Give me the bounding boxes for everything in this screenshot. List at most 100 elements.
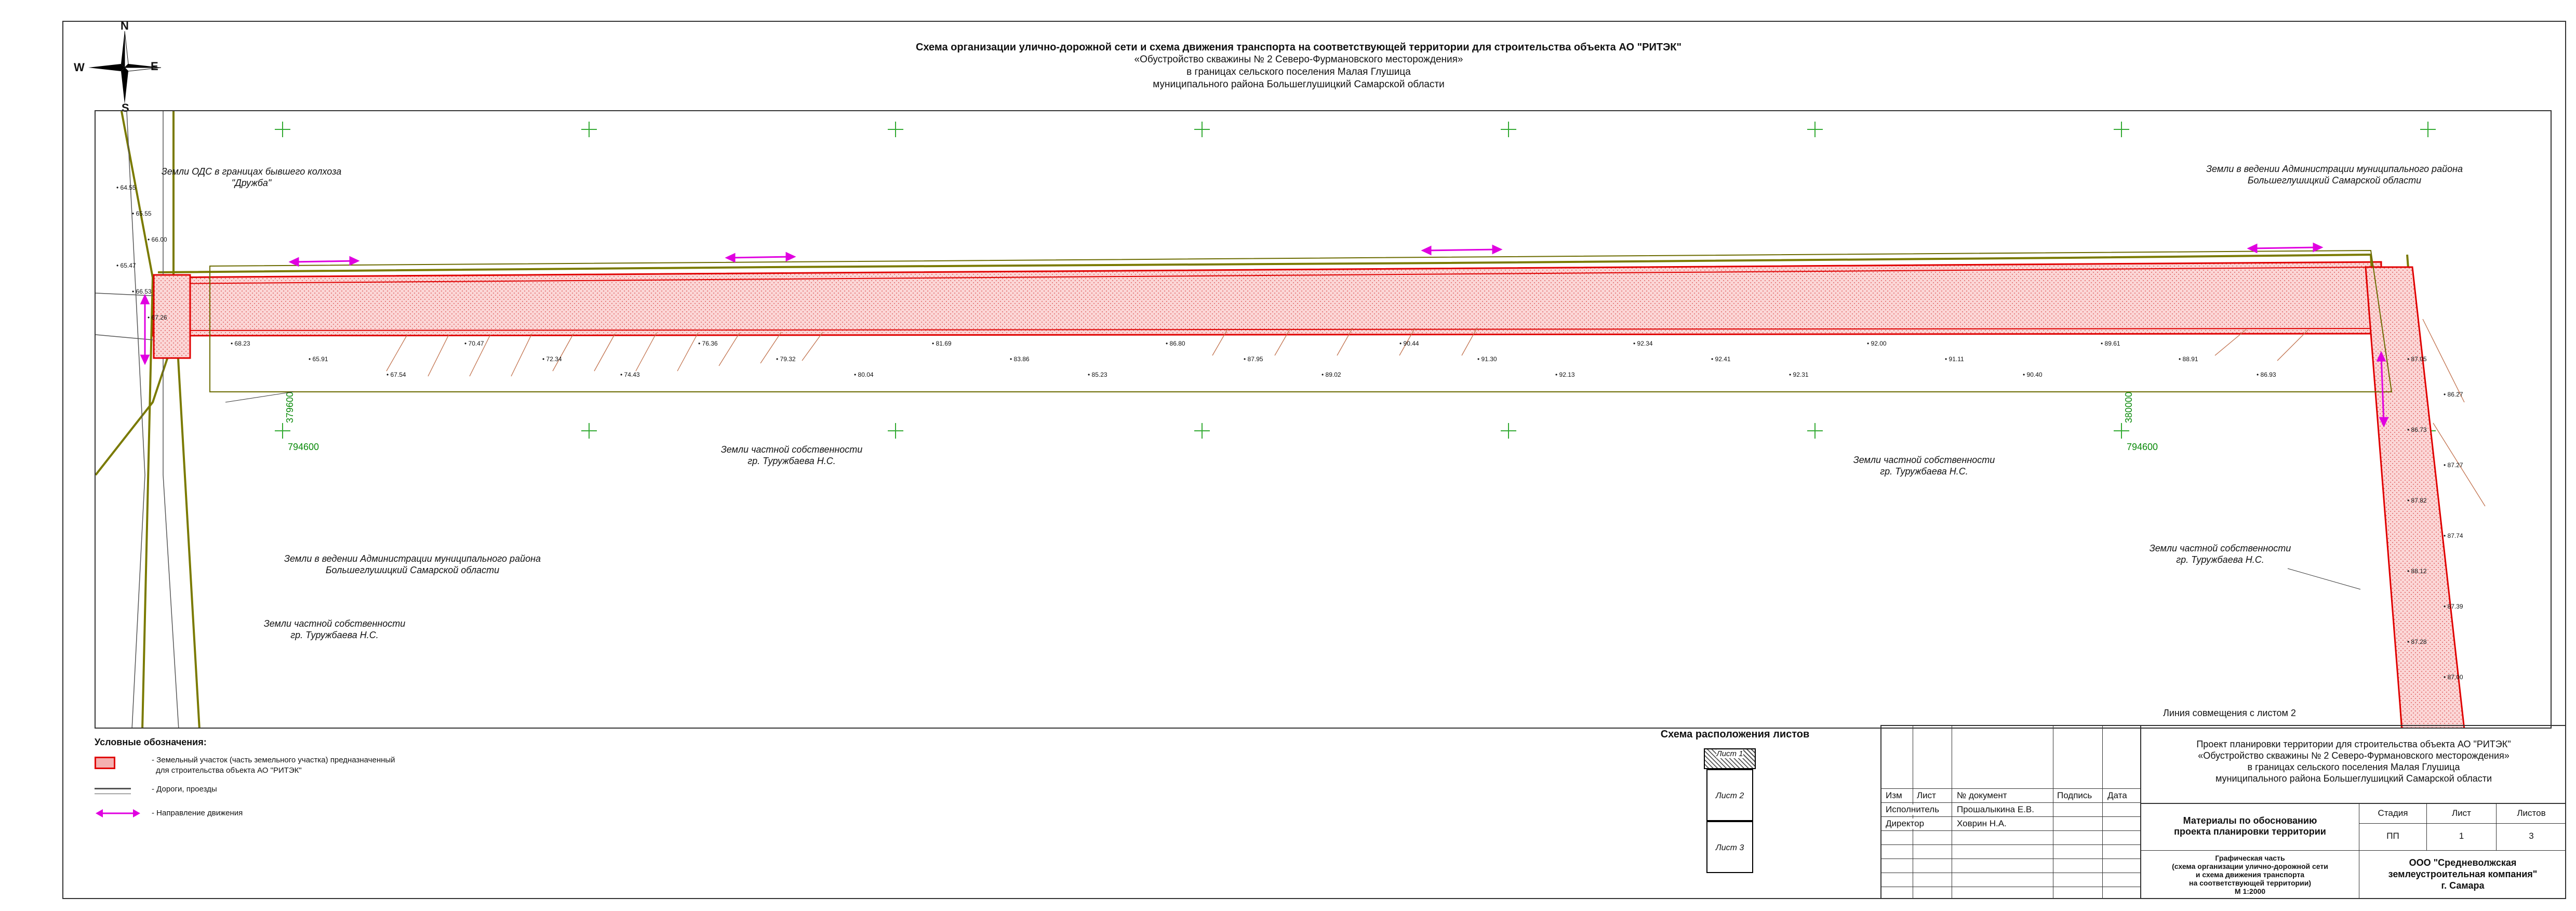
- drawing-sheet: N S W E Схема организации улично-дорожно…: [0, 0, 2576, 911]
- stamp-h-izm: Изм: [1886, 790, 1902, 800]
- stamp-sheet-header: Лист: [2427, 804, 2497, 824]
- legend-road-swatch: [95, 788, 131, 794]
- stamp-name-2: Ховрин Н.А.: [1957, 818, 2007, 828]
- stamp-h-list: Лист: [1917, 790, 1936, 800]
- elevation-mark: • 79.32: [776, 355, 796, 363]
- title-line-1: Схема организации улично-дорожной сети и…: [915, 42, 1681, 53]
- elevation-mark: • 91.11: [1945, 355, 1964, 363]
- elevation-mark: • 68.23: [231, 340, 250, 347]
- elevation-mark: • 88.91: [2179, 355, 2198, 363]
- stamp-role-2: Директор: [1886, 818, 1925, 829]
- elevation-mark: • 81.69: [932, 340, 952, 347]
- elevation-mark: • 83.86: [1010, 355, 1030, 363]
- compass-w: W: [74, 61, 85, 74]
- elevation-mark: • 92.41: [1711, 355, 1731, 363]
- parcel-hatch: [152, 261, 2382, 337]
- elevation-mark: • 90.44: [1399, 340, 1419, 347]
- stamp-org: ООО "Средневолжская землеустроительная к…: [2388, 857, 2538, 891]
- label-admin-left: Земли в ведении Администрации муниципаль…: [284, 553, 541, 575]
- stamp-sheet: 1: [2427, 824, 2497, 851]
- label-joint-line: Линия совмещения с листом 2: [2163, 708, 2296, 718]
- stamp-graphic: Графическая часть (схема организации ули…: [2141, 851, 2359, 899]
- legend: Условные обозначения: - Земельный участо…: [95, 737, 562, 893]
- road-left: [96, 111, 201, 728]
- elevation-mark: • 92.00: [1867, 340, 1887, 347]
- elevation-mark: • 87.00: [2444, 674, 2463, 681]
- elevation-mark: • 86.27: [2444, 391, 2463, 398]
- elevation-mark: • 91.30: [1477, 355, 1497, 363]
- elevation-mark: • 92.13: [1555, 371, 1575, 378]
- sheet-1-box[interactable]: Лист 1: [1704, 748, 1756, 769]
- sheet-1-label: Лист 1: [1716, 749, 1743, 758]
- coord-y1: 794600: [288, 442, 319, 452]
- elevation-mark: • 87.27: [2444, 461, 2463, 469]
- stamp-project-2: «Обустройство скважины № 2 Северо-Фурман…: [2198, 750, 2510, 761]
- elevation-mark: • 66.00: [148, 236, 167, 243]
- compass-rose-icon: N S W E: [74, 19, 171, 114]
- elevation-mark: • 85.23: [1088, 371, 1107, 378]
- elevation-mark: • 86.93: [2257, 371, 2276, 378]
- sheets-scheme-title: Схема расположения листов: [1660, 729, 1810, 740]
- elevation-mark: • 92.31: [1789, 371, 1809, 378]
- legend-item-1: - Земельный участок (часть земельного уч…: [152, 756, 395, 764]
- elevation-mark: • 87.74: [2444, 532, 2463, 539]
- coord-x2: 380000: [2124, 392, 2134, 423]
- elevation-mark: • 67.54: [386, 371, 406, 378]
- elevation-mark: • 70.47: [464, 340, 484, 347]
- title-line-2: «Обустройство скважины № 2 Северо-Фурман…: [1134, 54, 1463, 65]
- stamp-stage-header: Стадия: [2359, 804, 2427, 824]
- elevation-mark: • 65.47: [116, 262, 136, 269]
- compass-n: N: [121, 19, 129, 32]
- title-block: Изм Лист № документ Подпись Дата Исполни…: [1880, 725, 2566, 899]
- stamp-stage: ПП: [2359, 824, 2427, 851]
- sheets-scheme: Схема расположения листов Лист 1 Лист 2 …: [1636, 729, 1834, 884]
- stamp-left-panel: Изм Лист № документ Подпись Дата Исполни…: [1881, 726, 2141, 899]
- elevation-mark: • 64.55: [116, 184, 136, 191]
- legend-item-1b: для строительства объекта АО "РИТЭК": [156, 766, 302, 775]
- title-line-3: в границах сельского поселения Малая Глу…: [1186, 67, 1411, 77]
- title-line-4: муниципального района Большеглушицкий Са…: [1153, 79, 1445, 90]
- elevation-mark: • 87.95: [1244, 355, 1263, 363]
- elevation-mark: • 65.91: [309, 355, 328, 363]
- legend-item-2: - Дороги, проезды: [152, 785, 217, 794]
- elevation-mark: • 88.12: [2407, 567, 2427, 575]
- elevation-mark: • 90.40: [2023, 371, 2043, 378]
- stamp-project-title: Проект планировки территории для строите…: [2141, 726, 2566, 804]
- stamp-project-1: Проект планировки территории для строите…: [2196, 739, 2511, 749]
- label-admin-right: Земли в ведении Администрации муниципаль…: [2206, 164, 2463, 186]
- elevation-mark: • 72.34: [542, 355, 562, 363]
- stamp-project-3: в границах сельского поселения Малая Глу…: [2247, 762, 2460, 772]
- label-private-center: Земли частной собственности гр. Туружбае…: [720, 444, 863, 466]
- coord-x1: 379600: [285, 392, 295, 423]
- elevation-mark: • 76.36: [698, 340, 718, 347]
- stamp-role-1: Исполнитель: [1886, 804, 1940, 815]
- label-private-far-right: Земли частной собственности гр. Туружбае…: [2149, 543, 2291, 565]
- sheet-2-box[interactable]: Лист 2: [1706, 769, 1753, 821]
- elevation-mark: • 80.04: [854, 371, 874, 378]
- elevation-mark: • 74.43: [620, 371, 640, 378]
- drawing-title: Схема организации улично-дорожной сети и…: [779, 42, 1818, 91]
- map-svg: 379600 794600 380000 794600: [96, 111, 2486, 728]
- elevation-mark: • 87.05: [2407, 355, 2427, 363]
- legend-item-3: - Направление движения: [152, 809, 243, 817]
- stamp-h-doc: № документ: [1957, 790, 2007, 800]
- coord-y2: 794600: [2127, 442, 2158, 452]
- elevation-mark: • 92.34: [1633, 340, 1653, 347]
- stamp-sheets: 3: [2497, 824, 2566, 851]
- elevation-mark: • 87.28: [2407, 638, 2427, 645]
- contour-lines: [386, 319, 2486, 507]
- legend-arrow-icon: [95, 807, 141, 823]
- stamp-h-sign: Подпись: [2057, 790, 2092, 800]
- sheet-3-box[interactable]: Лист 3: [1706, 821, 1753, 873]
- stamp-h-date: Дата: [2107, 790, 2127, 800]
- elevation-mark: • 67.26: [148, 314, 167, 321]
- stamp-name-1: Прошалыкина Е.В.: [1957, 804, 2034, 814]
- legend-parcel-swatch: [95, 757, 115, 769]
- label-ods: Земли ОДС в границах бывшего колхоза "Др…: [161, 166, 342, 188]
- elevation-mark: • 87.82: [2407, 497, 2427, 504]
- elevation-mark: • 87.39: [2444, 603, 2463, 610]
- elevation-mark: • 89.61: [2101, 340, 2120, 347]
- map-area[interactable]: 379600 794600 380000 794600 • 64.55 • 65.…: [95, 110, 2552, 729]
- elevation-mark: • 65.55: [132, 210, 152, 217]
- stamp-sheets-header: Листов: [2497, 804, 2566, 824]
